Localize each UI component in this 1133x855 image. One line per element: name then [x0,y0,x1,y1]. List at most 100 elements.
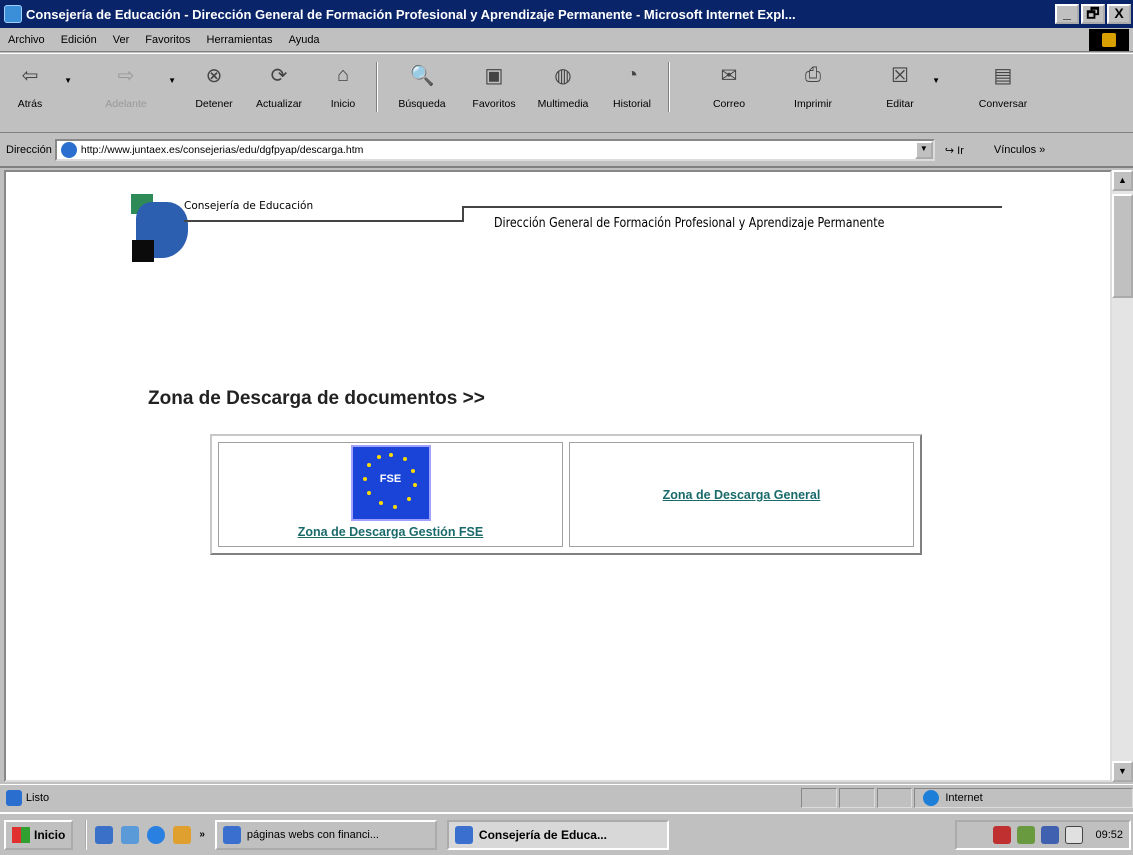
window-titlebar[interactable]: Consejería de Educación - Dirección Gene… [0,0,1133,28]
stop-icon: ⊗ [205,64,223,87]
home-button[interactable]: ⌂ Inicio [314,62,372,122]
maximize-button[interactable]: 🗗 [1081,4,1105,24]
forward-button[interactable]: ⇨ Adelante ▼ [88,62,176,122]
link-descarga-fse[interactable]: Zona de Descarga Gestión FSE [298,525,483,539]
globe-icon [923,789,940,806]
print-icon: ⎙ [805,63,821,86]
header-rule-top [462,206,1002,208]
window-title: Consejería de Educación - Dirección Gene… [26,6,796,22]
desktop-icon[interactable] [95,825,114,844]
fse-badge-label: FSE [379,472,402,485]
task-label: Consejería de Educa... [478,827,607,842]
edit-label: Editar [886,98,914,110]
page-status-icon [6,789,22,806]
media-button[interactable]: ◍ Multimedia [526,62,600,122]
page-icon [60,142,77,158]
tray-icon[interactable] [1041,826,1060,844]
outlook-icon[interactable] [173,825,192,844]
address-input[interactable]: http://www.juntaex.es/consejerias/edu/dg… [54,139,935,161]
ie-icon [454,825,473,844]
clock: 09:52 [1095,829,1123,841]
toolbar-separator [376,62,378,112]
menu-archivo[interactable]: Archivo [0,34,53,46]
mail-icon: ✉ [720,64,738,87]
start-label: Inicio [34,827,66,842]
word-doc-icon [222,825,241,844]
tray-icon[interactable] [993,826,1012,844]
menu-ayuda[interactable]: Ayuda [281,34,328,46]
refresh-icon: ⟳ [270,64,288,87]
start-button[interactable]: Inicio [4,819,74,850]
tray-icon[interactable] [1065,826,1084,844]
eu-fse-flag-icon[interactable]: FSE [350,444,431,521]
discuss-button[interactable]: ▤ Conversar [968,62,1038,122]
task-label: páginas webs con financi... [246,828,379,841]
address-bar: Dirección http://www.juntaex.es/consejer… [0,134,1133,168]
status-panel [838,787,875,808]
back-label: Atrás [17,98,43,110]
quick-launch-more[interactable]: » [199,829,205,840]
status-panel [876,787,913,808]
menu-favoritos[interactable]: Favoritos [137,34,198,46]
scroll-down-button[interactable]: ▼ [1112,761,1133,782]
security-zone: Internet [914,787,1133,808]
media-label: Multimedia [537,98,589,110]
favorites-label: Favoritos [472,98,516,110]
download-cell-general: Zona de Descarga General [569,442,914,547]
print-button[interactable]: ⎙ Imprimir [780,62,846,122]
minimize-button[interactable]: _ [1055,4,1079,24]
search-icon: 🔍 [409,64,435,87]
home-label: Inicio [330,98,356,110]
taskbar-button-ie[interactable]: Consejería de Educa... [446,819,669,850]
address-url[interactable]: http://www.juntaex.es/consejerias/edu/dg… [81,144,364,156]
zone-label: Internet [945,791,983,804]
menu-herramientas[interactable]: Herramientas [199,34,281,46]
address-dropdown-button[interactable]: ▼ [914,141,933,159]
vertical-scrollbar[interactable]: ▲ ▼ [1112,170,1133,782]
refresh-button[interactable]: ⟳ Actualizar [244,62,314,122]
scroll-up-button[interactable]: ▲ [1112,170,1133,191]
ie-icon [4,5,22,23]
toolbar-separator [668,62,670,112]
link-descarga-general[interactable]: Zona de Descarga General [663,488,821,502]
forward-label: Adelante [105,98,147,110]
search-button[interactable]: 🔍 Búsqueda [382,62,462,122]
mail-button[interactable]: ✉ Correo [696,62,762,122]
ie-launch-icon[interactable] [147,825,166,844]
back-button[interactable]: ⇦ Atrás ▼ [0,62,72,122]
history-icon: ◔ [625,63,639,86]
header-rule-step [462,206,464,222]
download-cell-fse: FSE Zona de Descarga Gestión FSE [218,442,563,547]
refresh-label: Actualizar [255,98,303,110]
scroll-thumb[interactable] [1112,194,1133,298]
history-label: Historial [613,98,651,110]
address-label: Dirección [6,144,52,156]
links-button[interactable]: Vínculos » [994,144,1045,156]
header-rule [184,220,464,222]
download-table: FSE Zona de Descarga Gestión FSE Zona de… [210,434,922,555]
menu-bar: Archivo Edición Ver Favoritos Herramient… [0,28,1133,52]
close-button[interactable]: X [1107,4,1131,24]
discuss-icon: ▤ [993,64,1013,87]
history-button[interactable]: ◔ Historial [600,62,664,122]
menu-edicion[interactable]: Edición [53,34,105,46]
status-text: Listo [25,791,50,804]
discuss-label: Conversar [978,98,1028,110]
taskbar-button-word[interactable]: páginas webs con financi... [214,819,437,850]
windows-flag-icon [12,826,30,843]
search-label: Búsqueda [398,98,446,110]
channels-icon[interactable] [121,825,140,844]
status-bar: Listo Internet [0,784,1133,810]
edit-icon: ☒ [891,64,909,87]
forward-arrow-icon: ⇨ [117,64,135,87]
favorites-button[interactable]: ▣ Favoritos [462,62,526,122]
tray-icon[interactable] [1017,826,1036,844]
menu-ver[interactable]: Ver [105,34,138,46]
go-button[interactable]: ↪ Ir [945,144,964,157]
stop-button[interactable]: ⊗ Detener [184,62,244,122]
stop-label: Detener [195,98,233,110]
back-arrow-icon: ⇦ [21,64,39,87]
windows-logo-throbber [1089,29,1129,51]
media-icon: ◍ [554,64,572,87]
edit-button[interactable]: ☒ Editar ▼ [872,62,940,122]
